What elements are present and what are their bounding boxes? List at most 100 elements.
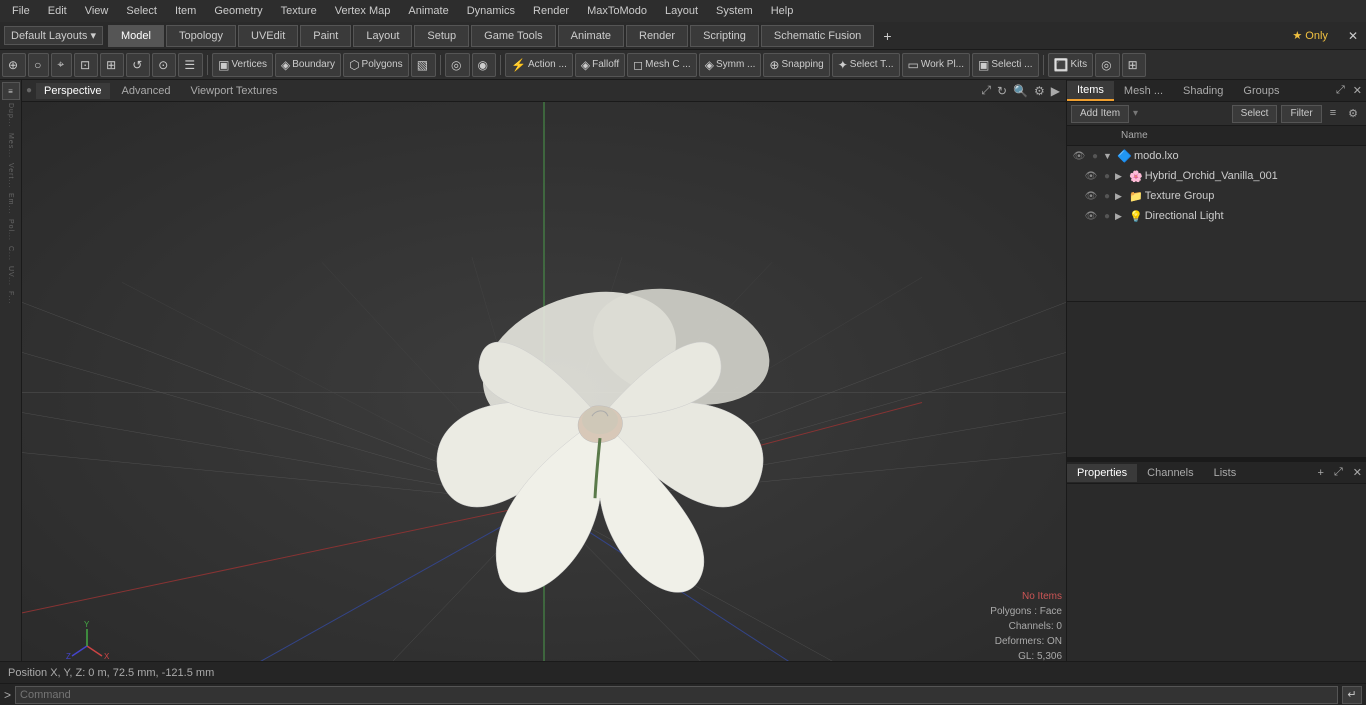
viewport-tab-perspective[interactable]: Perspective — [36, 83, 109, 99]
tb-snapping[interactable]: ⊕ Snapping — [763, 53, 829, 77]
tb-rotate[interactable]: ↺ — [126, 53, 150, 77]
sidebar-expand[interactable]: ≡ — [2, 82, 20, 100]
item-vis2-1[interactable]: ● — [1099, 168, 1115, 184]
tb-selection[interactable]: ▣ Selecti ... — [972, 53, 1038, 77]
items-options[interactable]: ⚙ — [1344, 105, 1362, 123]
tb-center[interactable]: ⌖ — [51, 53, 72, 77]
tb-symmetry[interactable]: ◈ Symm ... — [699, 53, 762, 77]
prop-resize[interactable]: ⤢ — [1330, 464, 1347, 481]
layout-tab-topology[interactable]: Topology — [166, 25, 236, 47]
item-vis2-2[interactable]: ● — [1099, 188, 1115, 204]
menu-select[interactable]: Select — [118, 3, 165, 19]
items-filter-btn[interactable]: Filter — [1281, 105, 1321, 123]
item-vis-0[interactable]: 👁 — [1071, 148, 1087, 164]
sidebar-label-c[interactable]: C... — [7, 244, 14, 263]
viewport-icon-settings[interactable]: ⚙ — [1032, 84, 1047, 98]
tb-grid[interactable]: ⊞ — [100, 53, 124, 77]
list-item[interactable]: 👁 ● ▶ 💡 Directional Light — [1067, 206, 1366, 226]
menu-layout[interactable]: Layout — [657, 3, 706, 19]
menu-view[interactable]: View — [77, 3, 117, 19]
menu-texture[interactable]: Texture — [273, 3, 325, 19]
layout-close[interactable]: ✕ — [1340, 25, 1366, 47]
layout-add-tab[interactable]: + — [875, 24, 899, 48]
layout-tab-gametools[interactable]: Game Tools — [471, 25, 556, 47]
tb-falloff[interactable]: ◈ Falloff — [575, 53, 625, 77]
tb-fullscreen[interactable]: ⊞ — [1122, 53, 1146, 77]
menu-edit[interactable]: Edit — [40, 3, 75, 19]
tb-select-tool[interactable]: ✦ Select T... — [832, 53, 900, 77]
sidebar-label-pol[interactable]: Pol... — [7, 217, 14, 243]
sidebar-label-uv[interactable]: UV... — [7, 264, 14, 288]
menu-animate[interactable]: Animate — [400, 3, 456, 19]
viewport-tab-textures[interactable]: Viewport Textures — [182, 83, 285, 99]
tb-mesh[interactable]: ◻ Mesh C ... — [627, 53, 697, 77]
viewport[interactable]: ● Perspective Advanced Viewport Textures… — [22, 80, 1066, 661]
menu-geometry[interactable]: Geometry — [206, 3, 270, 19]
menu-render[interactable]: Render — [525, 3, 577, 19]
add-item-btn[interactable]: Add Item — [1071, 105, 1129, 123]
tb-vertices[interactable]: ▣ Vertices — [212, 53, 273, 77]
layout-tab-model[interactable]: Model — [108, 25, 164, 47]
menu-maxtomodo[interactable]: MaxToModo — [579, 3, 655, 19]
items-tab-shading[interactable]: Shading — [1173, 82, 1233, 100]
item-vis2-0[interactable]: ● — [1087, 148, 1103, 164]
layout-tab-schematic[interactable]: Schematic Fusion — [761, 25, 874, 47]
tb-box[interactable]: ⊡ — [74, 53, 98, 77]
layout-dropdown[interactable]: Default Layouts ▾ — [4, 26, 103, 45]
command-input[interactable] — [15, 686, 1338, 704]
viewport-icon-refresh[interactable]: ↻ — [995, 84, 1009, 98]
sidebar-label-vert[interactable]: Vert... — [7, 161, 14, 190]
items-tab-items[interactable]: Items — [1067, 81, 1114, 101]
list-item[interactable]: 👁 ● ▼ 🔷 modo.lxo — [1067, 146, 1366, 166]
viewport-canvas[interactable]: X Z Y No Items Polygons : Face Channels:… — [22, 102, 1066, 661]
layout-tab-render[interactable]: Render — [626, 25, 688, 47]
layout-tab-animate[interactable]: Animate — [558, 25, 624, 47]
viewport-tab-advanced[interactable]: Advanced — [114, 83, 179, 99]
item-expand-1[interactable]: ▶ — [1115, 171, 1127, 182]
layout-tab-setup[interactable]: Setup — [414, 25, 469, 47]
items-panel-close[interactable]: ✕ — [1349, 82, 1366, 99]
item-expand-0[interactable]: ▼ — [1103, 151, 1115, 161]
sidebar-label-f[interactable]: F... — [7, 289, 14, 306]
menu-item[interactable]: Item — [167, 3, 204, 19]
items-collapse-all[interactable]: ≡ — [1326, 105, 1340, 123]
sidebar-label-mesh[interactable]: Mes... — [7, 131, 14, 160]
list-item[interactable]: 👁 ● ▶ 🌸 Hybrid_Orchid_Vanilla_001 — [1067, 166, 1366, 186]
viewport-toggle[interactable]: ● — [26, 85, 32, 96]
tb-select-mode[interactable]: ⊕ — [2, 53, 26, 77]
layout-tab-layout[interactable]: Layout — [353, 25, 412, 47]
tb-action[interactable]: ⚡ Action ... — [505, 53, 573, 77]
tb-circle[interactable]: ○ — [28, 53, 49, 77]
item-expand-2[interactable]: ▶ — [1115, 191, 1127, 202]
tb-boundary[interactable]: ◈ Boundary — [275, 53, 341, 77]
tb-dot[interactable]: ◉ — [472, 53, 496, 77]
tb-polygons[interactable]: ⬡ Polygons — [343, 53, 409, 77]
prop-close[interactable]: ✕ — [1349, 464, 1366, 481]
layout-tab-uvedit[interactable]: UVEdit — [238, 25, 298, 47]
list-item[interactable]: 👁 ● ▶ 📁 Texture Group — [1067, 186, 1366, 206]
items-tab-mesh[interactable]: Mesh ... — [1114, 82, 1173, 100]
menu-dynamics[interactable]: Dynamics — [459, 3, 523, 19]
items-panel-resize[interactable]: ⤢ — [1332, 82, 1349, 99]
tb-kits[interactable]: 🔳 Kits — [1048, 53, 1094, 77]
menu-system[interactable]: System — [708, 3, 761, 19]
menu-file[interactable]: File — [4, 3, 38, 19]
tb-ring[interactable]: ⊙ — [152, 53, 176, 77]
sidebar-label-dup[interactable]: Dup... — [7, 101, 14, 130]
tb-cam[interactable]: ◎ — [1095, 53, 1119, 77]
viewport-icon-arrow[interactable]: ▶ — [1049, 84, 1062, 98]
item-expand-3[interactable]: ▶ — [1115, 211, 1127, 222]
item-vis-2[interactable]: 👁 — [1083, 188, 1099, 204]
prop-tab-lists[interactable]: Lists — [1204, 464, 1247, 482]
viewport-icon-maximize[interactable]: ⤢ — [979, 83, 993, 98]
prop-add-tab[interactable]: + — [1314, 465, 1328, 481]
sidebar-label-em[interactable]: Em... — [7, 191, 14, 216]
command-submit[interactable]: ↵ — [1342, 686, 1362, 704]
item-vis2-3[interactable]: ● — [1099, 208, 1115, 224]
menu-help[interactable]: Help — [763, 3, 802, 19]
layout-tab-scripting[interactable]: Scripting — [690, 25, 759, 47]
layout-tab-paint[interactable]: Paint — [300, 25, 351, 47]
menu-vertex-map[interactable]: Vertex Map — [327, 3, 399, 19]
tb-circle2[interactable]: ◎ — [445, 53, 469, 77]
item-vis-1[interactable]: 👁 — [1083, 168, 1099, 184]
